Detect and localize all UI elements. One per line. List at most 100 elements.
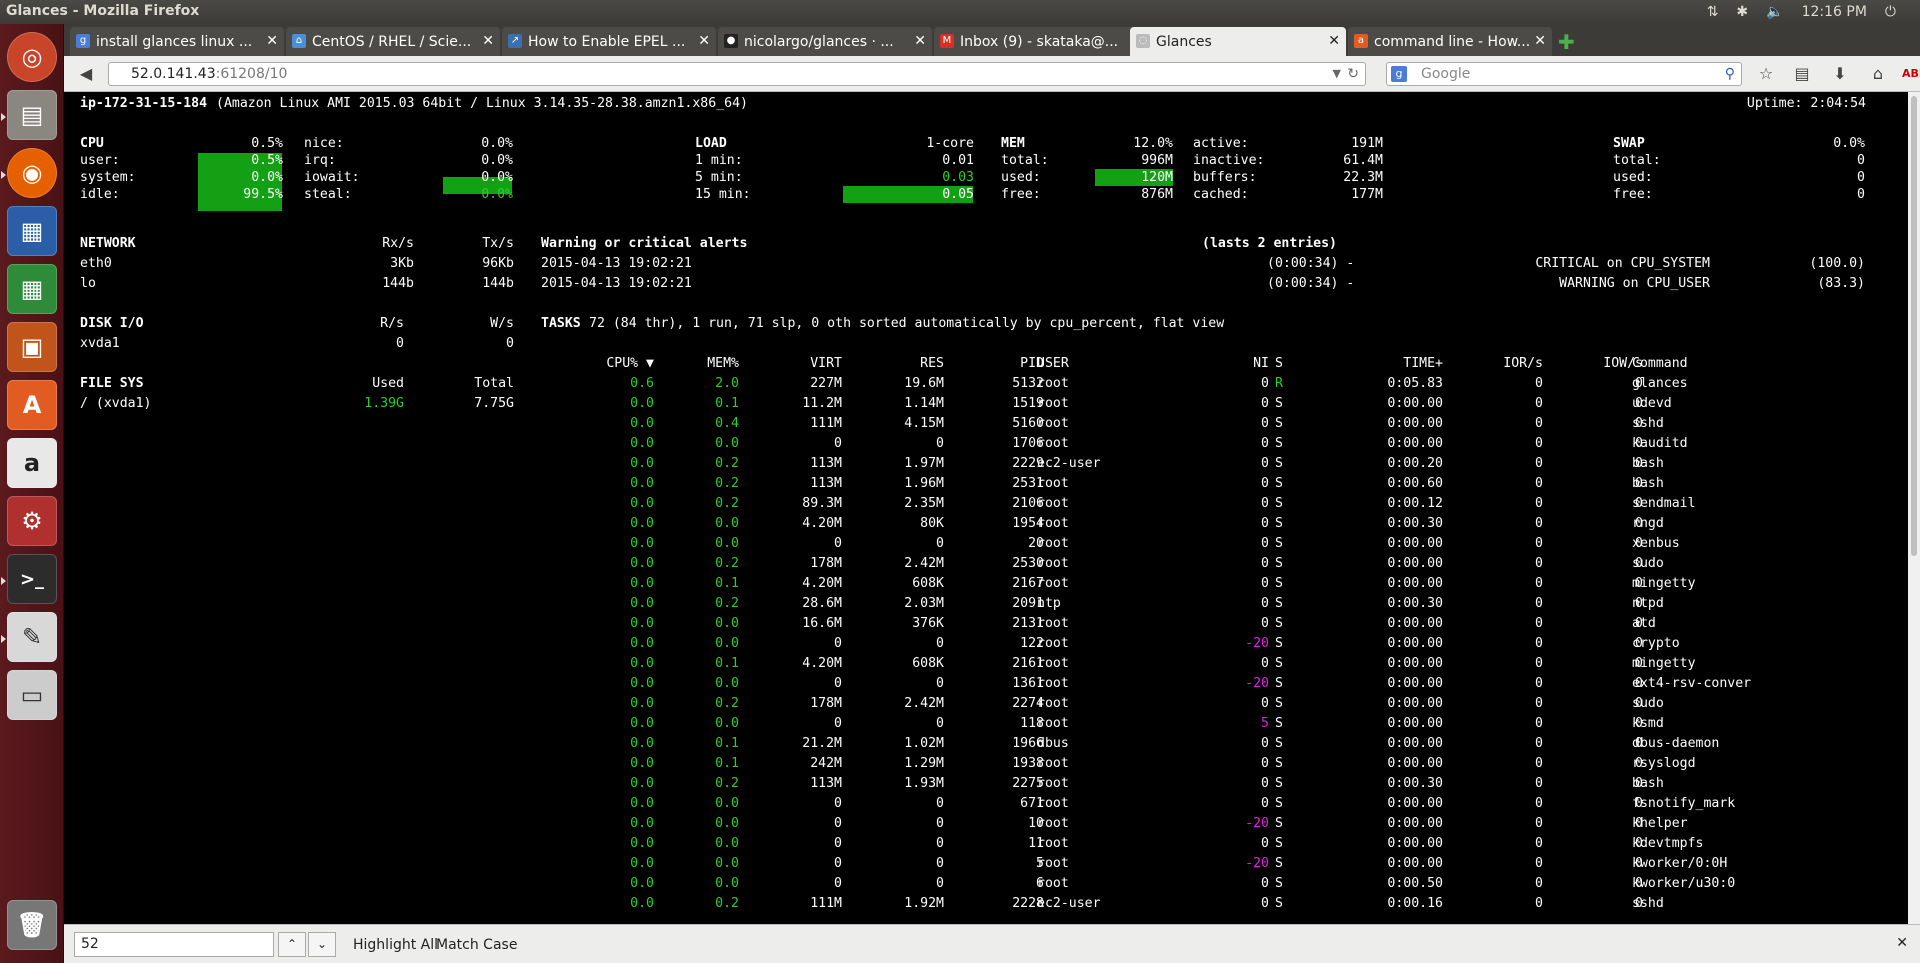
col-pid[interactable]: PID [954,356,1044,372]
cell-cpu: 0.0 [630,516,654,531]
alert-value: (83.3) [1817,276,1865,291]
cell-time: 0:00.00 [1387,536,1443,551]
google-icon[interactable]: g [1391,66,1407,82]
save-disk-icon[interactable]: ▭ [7,670,57,720]
close-icon[interactable]: ✕ [698,33,710,49]
cell-command: glances [1632,376,1688,391]
cell-ior: 0 [1535,776,1543,791]
cell-mem: 2.0 [715,376,739,391]
trash-icon[interactable]: 🗑 [7,900,57,950]
cell-virt: 0 [834,856,842,871]
clock[interactable]: 12:16 PM [1802,4,1867,20]
cell-time: 0:00.00 [1387,436,1443,451]
download-icon[interactable]: ⬇ [1828,62,1852,86]
col-ior[interactable]: IOR/s [1464,356,1543,372]
tab-epel[interactable]: ↗ How to Enable EPEL ... ✕ [502,27,716,56]
tab-github[interactable]: ● nicolargo/glances · ... ✕ [718,27,932,56]
match-case-toggle[interactable]: Match Case [436,937,517,953]
new-tab-icon[interactable]: ✚ [1558,30,1575,54]
scrollbar-thumb[interactable] [1911,96,1917,556]
bookmarks-icon[interactable]: ▤ [1790,62,1814,86]
cell-pid: 2167 [1012,576,1044,591]
cell-state: S [1275,876,1283,891]
reload-icon[interactable]: ↻ [1347,63,1359,85]
search-input[interactable]: g Google ⚲ [1386,62,1742,86]
site-icon: ↗ [508,34,522,48]
files-icon[interactable]: ▤ [7,90,57,140]
cell-virt: 11.2M [802,396,842,411]
firefox-icon[interactable]: ◉ [7,148,57,198]
cell-cpu: 0.0 [630,536,654,551]
cell-virt: 4.20M [802,656,842,671]
cell-virt: 89.3M [802,496,842,511]
cell-mem: 0.1 [715,396,739,411]
find-previous-button[interactable]: ⌃ [278,932,306,957]
close-icon[interactable]: ✕ [1534,33,1546,49]
col-command[interactable]: Command [1632,356,1688,372]
col-ni[interactable]: NI [1224,356,1269,372]
calc-icon[interactable]: ▦ [7,264,57,314]
writer-icon[interactable]: ▦ [7,206,57,256]
tab-install-glances[interactable]: g install glances linux ... ✕ [70,27,284,56]
col-time[interactable]: TIME+ [1344,356,1443,372]
tab-inbox[interactable]: M Inbox (9) - skataka@... ✕ [934,27,1148,56]
power-icon[interactable]: ⏻ [1885,4,1896,20]
close-icon[interactable]: ✕ [1328,33,1340,49]
impress-icon[interactable]: ▣ [7,322,57,372]
volume-icon[interactable]: 🔈 [1766,4,1783,20]
ubuntu-dash-icon[interactable]: ◎ [7,32,57,82]
back-icon[interactable]: ◀ [74,62,98,86]
tab-glances[interactable]: ◌ Glances ✕ [1130,27,1346,56]
cell-user: root [1037,716,1069,731]
cell-mem: 0.0 [715,836,739,851]
load-1min-label: 1 min: [695,153,743,168]
col-s[interactable]: S [1275,356,1283,372]
col-user[interactable]: USER [1037,356,1069,372]
tasks-summary: 72 (84 thr), 1 run, 71 slp, 0 oth sorted… [589,316,1225,331]
page-scrollbar[interactable] [1908,92,1920,924]
highlight-all-toggle[interactable]: Highlight All [353,937,438,953]
terminal-icon[interactable]: >_ [7,554,57,604]
url-bar[interactable]: 52.0.141.43:61208/10 ▼ ↻ [108,62,1366,86]
col-cpu[interactable]: CPU% ▼ [584,356,654,372]
cell-virt: 178M [810,556,842,571]
cell-ior: 0 [1535,376,1543,391]
cell-cpu: 0.0 [630,636,654,651]
amazon-icon[interactable]: a [7,438,57,488]
cell-command: sshd [1632,896,1664,911]
cell-pid: 6 [1036,876,1044,891]
close-icon[interactable]: ✕ [914,33,926,49]
settings-icon[interactable]: ⚙ [7,496,57,546]
tab-askubuntu[interactable]: a command line - How... ✕ [1348,27,1552,56]
cell-state: S [1275,796,1283,811]
cell-user: root [1037,816,1069,831]
cell-time: 0:00.00 [1387,856,1443,871]
col-mem[interactable]: MEM% [664,356,739,372]
mem-buffers-value: 22.3M [1343,170,1383,185]
software-center-icon[interactable]: A [7,380,57,430]
home-icon[interactable]: ⌂ [1866,62,1890,86]
network-icon[interactable]: ⇅ [1707,4,1719,20]
adblock-icon[interactable]: ABP [1902,62,1920,86]
tab-centos[interactable]: ⌂ CentOS / RHEL / Scie... ✕ [286,27,500,56]
col-virt[interactable]: VIRT [754,356,842,372]
close-findbar-icon[interactable]: ✕ [1896,935,1908,951]
mem-total-label: total: [1001,153,1049,168]
col-res[interactable]: RES [854,356,944,372]
close-icon[interactable]: ✕ [482,33,494,49]
cell-user: ec2-user [1037,456,1101,471]
cell-virt: 21.2M [802,736,842,751]
cell-time: 0:00.00 [1387,756,1443,771]
alerts-count: (lasts 2 entries) [1202,236,1337,251]
cell-user: root [1037,416,1069,431]
find-next-button[interactable]: ⌄ [308,932,336,957]
bookmark-star-icon[interactable]: ☆ [1754,62,1778,86]
text-editor-icon[interactable]: ✎ [7,612,57,662]
close-icon[interactable]: ✕ [266,33,278,49]
bluetooth-icon[interactable]: ✱ [1736,4,1748,20]
table-row: 0.0 0.2 111M 1.92M 2228 ec2-user 0 S 0:00.16 0 0 ss… [64,896,1908,912]
cell-command: ntpd [1632,596,1664,611]
dropdown-arrow-icon[interactable]: ▼ [1333,63,1341,85]
find-input[interactable]: 52 [74,932,274,957]
search-icon[interactable]: ⚲ [1725,63,1735,85]
